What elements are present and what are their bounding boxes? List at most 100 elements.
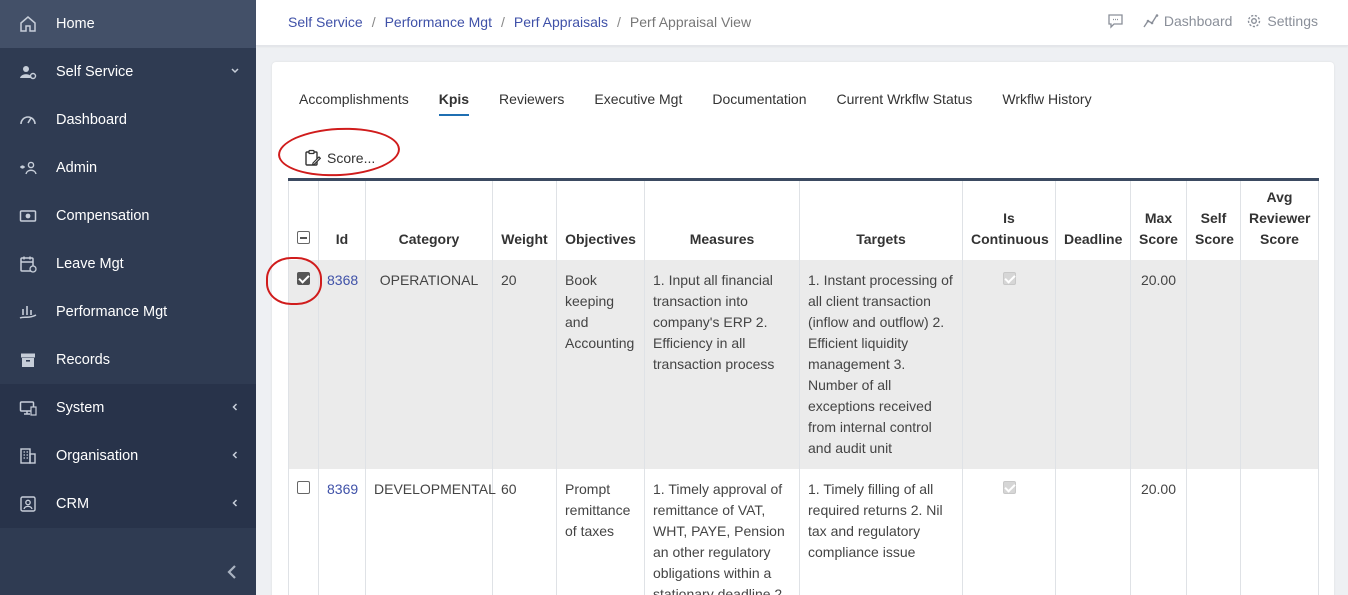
sidebar-item-self-service[interactable]: Self Service bbox=[0, 48, 256, 96]
breadcrumb-current: Perf Appraisal View bbox=[629, 14, 752, 30]
sidebar-item-organisation[interactable]: Organisation bbox=[0, 432, 256, 480]
targets-cell: 1. Timely filling of all required return… bbox=[799, 469, 963, 595]
calendar-icon bbox=[18, 254, 38, 274]
settings-label: Settings bbox=[1267, 13, 1318, 29]
id-cell: 8369 bbox=[318, 469, 366, 595]
table-row[interactable]: 8368 OPERATIONAL 20 Book keeping and Acc… bbox=[288, 260, 1319, 469]
weight-cell: 60 bbox=[492, 469, 557, 595]
id-cell: 8368 bbox=[318, 260, 366, 469]
column-header-objectives[interactable]: Objectives bbox=[556, 179, 645, 260]
sidebar-item-dashboard[interactable]: Dashboard bbox=[0, 96, 256, 144]
gear-icon bbox=[1248, 14, 1261, 28]
score-button-label: Score... bbox=[327, 150, 376, 166]
is-continuous-checkbox bbox=[1002, 481, 1016, 494]
sidebar-item-home[interactable]: Home bbox=[0, 0, 256, 48]
row-select-checkbox[interactable] bbox=[297, 481, 310, 494]
sidebar-collapse-button[interactable] bbox=[222, 560, 242, 584]
table-row[interactable]: 8369 DEVELOPMENTAL 60 Prompt remittance … bbox=[288, 469, 1319, 595]
objectives-cell: Prompt remittance of taxes bbox=[556, 469, 645, 595]
dashboard-label: Dashboard bbox=[1163, 13, 1233, 29]
column-header-id[interactable]: Id bbox=[318, 179, 366, 260]
column-header-avg-reviewer-score[interactable]: Avg Reviewer Score bbox=[1240, 179, 1319, 260]
money-icon bbox=[18, 206, 38, 226]
sidebar-item-crm[interactable]: CRM bbox=[0, 480, 256, 528]
tab-kpis[interactable]: Kpis bbox=[438, 91, 470, 116]
column-header-is-continuous[interactable]: Is Continuous bbox=[962, 179, 1056, 260]
sidebar-item-label: Compensation bbox=[56, 208, 150, 224]
targets-cell: 1. Instant processing of all client tran… bbox=[799, 260, 963, 469]
tab-accomplishments[interactable]: Accomplishments bbox=[299, 91, 409, 116]
chevron-left-icon bbox=[230, 497, 240, 511]
kpi-table: Id Category Weight Objectives Measures T… bbox=[288, 178, 1319, 595]
tab-documentation[interactable]: Documentation bbox=[712, 91, 806, 116]
sidebar-item-label: Organisation bbox=[56, 448, 139, 464]
monitor-icon bbox=[18, 398, 38, 418]
sidebar-item-label: Admin bbox=[56, 160, 98, 176]
top-actions: Dashboard Settings bbox=[1093, 13, 1318, 29]
select-all-cell bbox=[288, 179, 319, 260]
tab-executive-mgt[interactable]: Executive Mgt bbox=[594, 91, 682, 116]
breadcrumb-separator: / bbox=[371, 14, 376, 30]
tab-reviewers[interactable]: Reviewers bbox=[499, 91, 564, 116]
comment-button[interactable] bbox=[1107, 13, 1129, 29]
avg-reviewer-score-cell bbox=[1240, 469, 1319, 595]
breadcrumb-link-performance-mgt[interactable]: Performance Mgt bbox=[385, 14, 492, 30]
breadcrumb-link-perf-appraisals[interactable]: Perf Appraisals bbox=[514, 14, 608, 30]
category-cell: DEVELOPMENTAL bbox=[365, 469, 496, 595]
sidebar-item-label: Home bbox=[56, 16, 95, 32]
is-continuous-checkbox bbox=[1002, 272, 1016, 285]
breadcrumb-separator: / bbox=[500, 14, 505, 30]
column-header-category[interactable]: Category bbox=[365, 179, 493, 260]
kpi-id-link[interactable]: 8368 bbox=[327, 272, 358, 288]
chevron-left-icon bbox=[230, 449, 240, 463]
clipboard-edit-icon bbox=[305, 149, 321, 166]
row-select-cell bbox=[288, 260, 319, 469]
user-gear-icon bbox=[18, 62, 38, 82]
is-continuous-cell bbox=[962, 260, 1056, 469]
sidebar-item-admin[interactable]: Admin bbox=[0, 144, 256, 192]
sidebar-item-label: Leave Mgt bbox=[56, 256, 124, 272]
column-header-max-score[interactable]: Max Score bbox=[1130, 179, 1187, 260]
contact-card-icon bbox=[18, 494, 38, 514]
sidebar-item-label: Dashboard bbox=[56, 112, 127, 128]
weight-cell: 20 bbox=[492, 260, 557, 469]
chart-hand-icon bbox=[18, 302, 38, 322]
row-select-checkbox[interactable] bbox=[297, 272, 310, 285]
kpi-id-link[interactable]: 8369 bbox=[327, 481, 358, 497]
deadline-cell bbox=[1055, 469, 1131, 595]
sidebar-item-performance-mgt[interactable]: Performance Mgt bbox=[0, 288, 256, 336]
column-header-weight[interactable]: Weight bbox=[492, 179, 557, 260]
breadcrumb-separator: / bbox=[617, 14, 621, 30]
avg-reviewer-score-cell bbox=[1240, 260, 1319, 469]
chevron-left-icon bbox=[227, 565, 236, 579]
sidebar-item-system[interactable]: System bbox=[0, 384, 256, 432]
tab-current-wrkflw-status[interactable]: Current Wrkflw Status bbox=[837, 91, 973, 116]
column-header-self-score[interactable]: Self Score bbox=[1186, 179, 1241, 260]
breadcrumb-link-self-service[interactable]: Self Service bbox=[288, 14, 363, 30]
sidebar-item-records[interactable]: Records bbox=[0, 336, 256, 384]
dashboard-link[interactable]: Dashboard bbox=[1143, 13, 1233, 29]
max-score-cell: 20.00 bbox=[1130, 260, 1187, 469]
row-select-cell bbox=[288, 469, 319, 595]
table-header-row: Id Category Weight Objectives Measures T… bbox=[288, 179, 1319, 260]
sidebar-item-leave-mgt[interactable]: Leave Mgt bbox=[0, 240, 256, 288]
select-all-checkbox[interactable] bbox=[297, 231, 310, 244]
column-header-measures[interactable]: Measures bbox=[644, 179, 800, 260]
archive-box-icon bbox=[18, 350, 38, 370]
column-header-targets[interactable]: Targets bbox=[799, 179, 963, 260]
sidebar-item-compensation[interactable]: Compensation bbox=[0, 192, 256, 240]
tab-wrkflw-history[interactable]: Wrkflw History bbox=[1002, 91, 1091, 116]
column-header-deadline[interactable]: Deadline bbox=[1055, 179, 1131, 260]
is-continuous-cell bbox=[962, 469, 1056, 595]
comment-icon bbox=[1108, 14, 1123, 29]
score-button[interactable]: Score... bbox=[300, 146, 379, 170]
measures-cell: 1. Input all financial transaction into … bbox=[644, 260, 800, 469]
home-icon bbox=[18, 14, 38, 34]
breadcrumb: Self Service / Performance Mgt / Perf Ap… bbox=[288, 14, 751, 30]
objectives-cell: Book keeping and Accounting bbox=[556, 260, 645, 469]
settings-link[interactable]: Settings bbox=[1246, 13, 1318, 29]
sidebar: Home Self Service Dashboard Admin Compen… bbox=[0, 0, 256, 595]
self-score-cell bbox=[1186, 469, 1241, 595]
chart-line-icon bbox=[1143, 14, 1159, 28]
users-admin-icon bbox=[18, 158, 38, 178]
